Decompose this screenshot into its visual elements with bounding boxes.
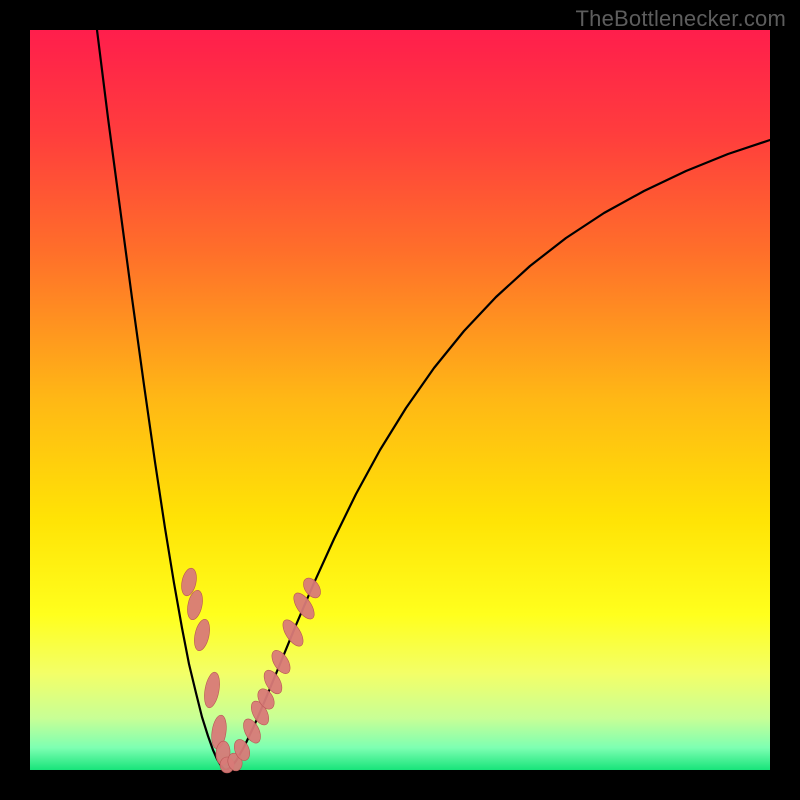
data-marker xyxy=(279,617,307,650)
chart-svg xyxy=(30,30,770,770)
data-marker xyxy=(202,671,222,709)
plot-area xyxy=(30,30,770,770)
chart-frame: TheBottlenecker.com xyxy=(0,0,800,800)
data-marker xyxy=(192,618,212,652)
curve-right_curve xyxy=(226,140,770,770)
watermark-text: TheBottlenecker.com xyxy=(576,6,786,32)
curve-left_curve xyxy=(97,30,226,770)
